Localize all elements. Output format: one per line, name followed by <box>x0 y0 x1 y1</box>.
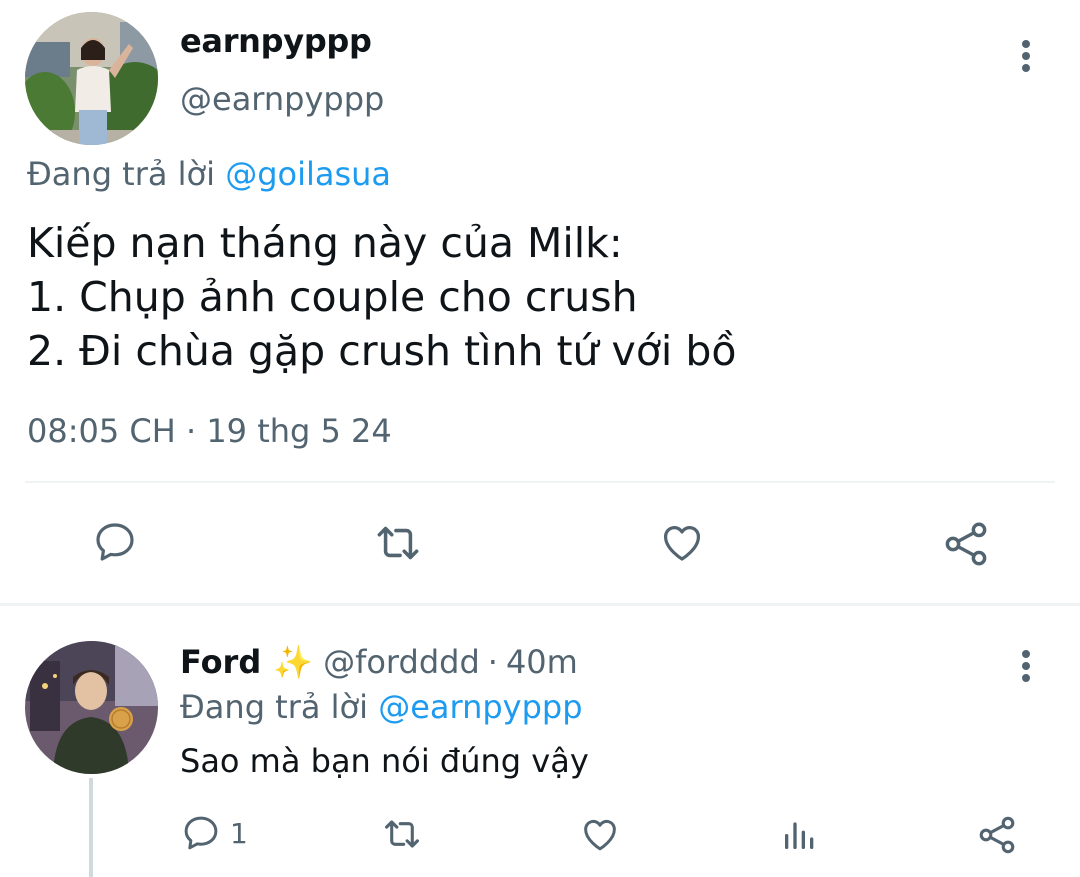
heart-icon <box>664 526 700 561</box>
reply-button[interactable] <box>91 518 139 566</box>
main-display-name[interactable]: earnpyppp <box>180 22 372 60</box>
like-button[interactable] <box>656 518 708 566</box>
tweet-text-line: 2. Đi chùa gặp crush tình tứ với bồ <box>27 327 737 375</box>
mention-link[interactable]: @goilasua <box>225 155 391 193</box>
tweet-text: Kiếp nạn tháng này của Milk: 1. Chụp ảnh… <box>27 216 736 378</box>
reply-time[interactable]: 40m <box>506 643 578 681</box>
reply-handle[interactable]: @fordddd <box>323 643 480 681</box>
share-icon <box>979 816 1015 854</box>
divider <box>25 481 1055 483</box>
more-vertical-icon <box>1012 648 1040 684</box>
replying-to-line: Đang trả lời @goilasua <box>27 155 391 193</box>
heart-icon <box>584 819 616 851</box>
thread-connector-line <box>89 778 93 877</box>
replying-to-line: Đang trả lời @earnpyppp <box>180 688 583 726</box>
tweet-text-line: Kiếp nạn tháng này của Milk: <box>27 219 623 267</box>
stats-icon <box>785 822 814 849</box>
reply-header: Ford ✨ @fordddd · 40m <box>180 643 578 681</box>
reply-display-name[interactable]: Ford <box>180 643 261 681</box>
reply-text: Sao mà bạn nói đúng vậy <box>180 742 589 780</box>
retweet-button[interactable] <box>369 518 427 568</box>
retweet-icon <box>377 526 419 560</box>
more-options-button[interactable] <box>1012 38 1040 74</box>
tweet-timestamp[interactable]: 08:05 CH · 19 thg 5 24 <box>27 412 392 450</box>
retweet-icon <box>385 820 419 848</box>
share-button[interactable] <box>975 813 1019 857</box>
share-icon <box>945 522 987 566</box>
main-handle[interactable]: @earnpyppp <box>180 80 384 118</box>
reply-count: 1 <box>230 816 248 850</box>
reply-icon <box>184 816 218 850</box>
avatar-photo-ford <box>25 641 158 774</box>
section-divider <box>0 603 1080 606</box>
reply-icon <box>96 523 134 561</box>
retweet-button[interactable] <box>378 813 426 855</box>
reply-avatar[interactable] <box>25 641 158 774</box>
mention-link[interactable]: @earnpyppp <box>378 688 582 726</box>
dot-separator: · <box>487 643 498 681</box>
replying-prefix: Đang trả lời <box>180 688 369 726</box>
tweet-text-line: 1. Chụp ảnh couple cho crush <box>27 273 638 321</box>
replying-prefix: Đang trả lời <box>27 155 216 193</box>
share-button[interactable] <box>940 518 992 570</box>
main-avatar[interactable] <box>25 12 158 145</box>
reply-button[interactable]: 1 <box>180 812 248 854</box>
more-vertical-icon <box>1012 38 1040 74</box>
view-stats-button[interactable] <box>780 813 820 855</box>
more-options-button[interactable] <box>1012 648 1040 684</box>
avatar-photo-earnpyppp <box>25 12 158 145</box>
like-button[interactable] <box>578 813 622 855</box>
sparkles-emoji: ✨ <box>273 643 314 681</box>
